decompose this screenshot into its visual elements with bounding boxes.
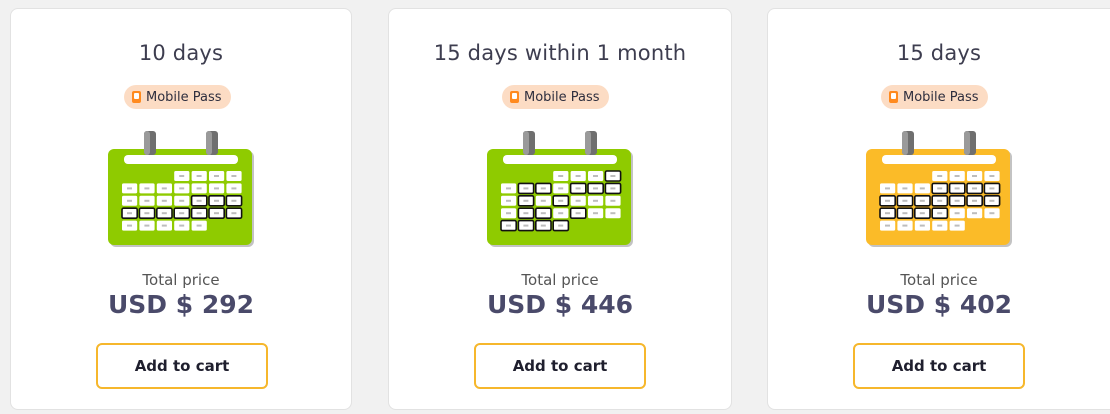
total-price-label: Total price [521, 271, 599, 289]
calendar-10-days-icon [108, 131, 254, 247]
pass-card-10-days: 10 days Mobile Pass Total price USD $ 29… [10, 8, 352, 410]
total-price-value: USD $ 446 [486, 290, 634, 319]
total-price-label: Total price [142, 271, 220, 289]
badge-label: Mobile Pass [903, 89, 979, 105]
calendar-15-days-within-month-icon [487, 131, 633, 247]
add-to-cart-button[interactable]: Add to cart [96, 343, 268, 389]
pass-card-15-days: 15 days Mobile Pass Total price USD $ 40… [767, 8, 1110, 410]
pass-title: 15 days within 1 month [433, 41, 687, 65]
add-to-cart-button[interactable]: Add to cart [853, 343, 1025, 389]
pass-title: 10 days [138, 41, 224, 65]
mobile-pass-badge: Mobile Pass [502, 85, 609, 109]
mobile-phone-icon [889, 91, 898, 103]
add-to-cart-button[interactable]: Add to cart [474, 343, 646, 389]
total-price-value: USD $ 402 [865, 290, 1013, 319]
calendar-15-days-icon [866, 131, 1012, 247]
pass-card-15-days-within-month: 15 days within 1 month Mobile Pass Total… [388, 8, 732, 410]
pass-title: 15 days [896, 41, 982, 65]
pass-options: 10 days Mobile Pass Total price USD $ 29… [0, 0, 1110, 414]
mobile-pass-badge: Mobile Pass [881, 85, 988, 109]
mobile-phone-icon [510, 91, 519, 103]
badge-label: Mobile Pass [524, 89, 600, 105]
total-price-label: Total price [900, 271, 978, 289]
badge-label: Mobile Pass [146, 89, 222, 105]
total-price-value: USD $ 292 [107, 290, 255, 319]
mobile-pass-badge: Mobile Pass [124, 85, 231, 109]
mobile-phone-icon [132, 91, 141, 103]
